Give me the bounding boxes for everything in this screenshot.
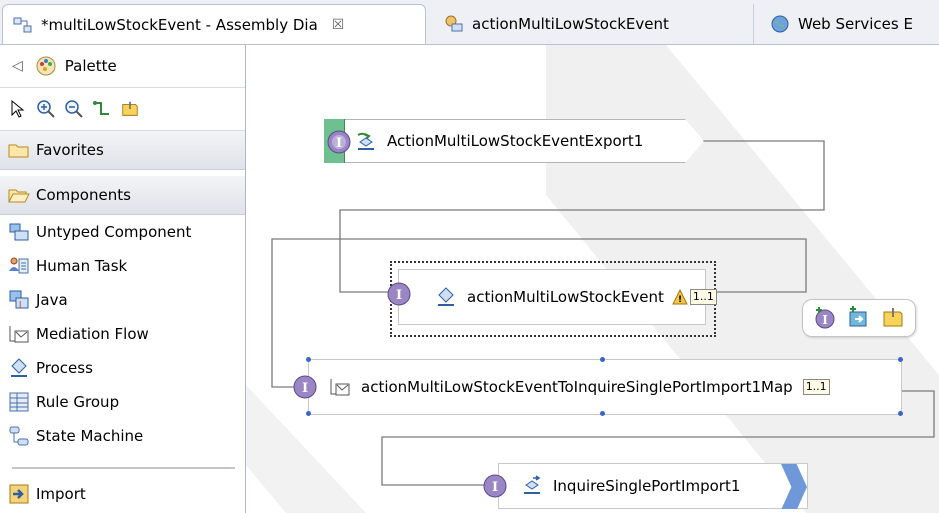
folder-open-icon — [8, 189, 30, 203]
resize-handle[interactable] — [306, 357, 311, 362]
node-label: actionMultiLowStockEventToInquireSingleP… — [361, 378, 793, 396]
editor-tab-bar: *multiLowStockEvent - Assembly Dia ☒ act… — [0, 0, 939, 45]
palette-separator — [12, 467, 235, 469]
palette-item-label: Import — [36, 485, 86, 503]
svg-text:J: J — [18, 300, 21, 309]
palette-item-human-task[interactable]: Human Task — [0, 249, 245, 283]
import-node[interactable]: InquireSinglePortImport1 — [498, 463, 808, 509]
export-icon — [357, 132, 374, 150]
untyped-component-icon — [9, 223, 29, 241]
drawer-label: Favorites — [36, 141, 104, 159]
palette-panel: ◁ Palette Favorites Components Untyped C… — [0, 45, 246, 513]
tab-label: actionMultiLowStockEvent — [472, 15, 669, 33]
palette-toolbar — [0, 87, 245, 131]
export-node[interactable]: ActionMultiLowStockEventExport1 — [324, 119, 704, 163]
svg-text:I: I — [822, 313, 828, 327]
drawer-label: Components — [36, 186, 131, 204]
interface-glyph: I — [302, 381, 308, 396]
palette-item-label: Rule Group — [36, 393, 120, 411]
tab-label: Web Services E — [798, 15, 913, 33]
process-icon — [11, 358, 27, 377]
node-label: ActionMultiLowStockEventExport1 — [387, 132, 644, 150]
palette-item-java[interactable]: J Java — [0, 283, 245, 317]
drawer-components[interactable]: Components — [0, 176, 245, 215]
mediation-flow-icon — [9, 326, 29, 343]
palette-item-label: Human Task — [36, 257, 128, 275]
palette-title: Palette — [64, 57, 117, 75]
resize-handle[interactable] — [898, 411, 903, 416]
palette-item-label: Java — [36, 291, 68, 309]
resize-handle[interactable] — [898, 357, 903, 362]
interface-glyph: I — [336, 136, 342, 151]
select-arrow-icon[interactable] — [8, 99, 28, 119]
process-editor-icon — [445, 15, 463, 32]
palette-item-process[interactable]: Process — [0, 351, 245, 385]
palette-item-import[interactable]: Import — [0, 477, 245, 511]
drawer-favorites[interactable]: Favorites — [0, 131, 245, 170]
multiplicity-label: 1..1 — [689, 289, 717, 305]
state-machine-icon — [9, 426, 29, 446]
add-reference-icon[interactable] — [847, 306, 871, 330]
palette-item-rule-group[interactable]: Rule Group — [0, 385, 245, 419]
node-label: actionMultiLowStockEvent — [467, 288, 664, 306]
tab-process-editor[interactable]: actionMultiLowStockEvent — [434, 4, 754, 44]
map-node[interactable]: actionMultiLowStockEventToInquireSingleP… — [308, 359, 902, 415]
palette-item-label: State Machine — [36, 427, 144, 445]
interface-glyph: I — [396, 288, 402, 303]
collapse-palette-icon[interactable]: ◁ — [12, 58, 23, 74]
resize-handle[interactable] — [600, 357, 605, 362]
palette-item-mediation-flow[interactable]: Mediation Flow — [0, 317, 245, 351]
rule-group-icon — [9, 392, 29, 412]
tab-assembly-diagram[interactable]: *multiLowStockEvent - Assembly Dia ☒ — [2, 4, 426, 44]
wire-tool-icon[interactable] — [92, 99, 112, 119]
zoom-out-icon[interactable] — [64, 99, 84, 119]
human-task-icon — [9, 257, 29, 274]
tab-label: *multiLowStockEvent - Assembly Dia — [41, 15, 318, 34]
svg-text:!: ! — [678, 295, 682, 305]
map-interface-badge-icon[interactable]: I — [292, 374, 318, 400]
palette-header: ◁ Palette — [0, 45, 245, 87]
note-tool-icon[interactable] — [120, 99, 140, 119]
warning-badge-icon: ! — [672, 289, 688, 305]
folder-icon — [8, 144, 29, 158]
java-icon: J — [9, 290, 29, 309]
add-note-icon[interactable] — [881, 306, 905, 330]
export-interface-badge-icon[interactable]: I — [326, 129, 352, 155]
palette-item-label: Process — [36, 359, 93, 377]
import-accent-chevron — [781, 464, 807, 509]
palette-item-label: Mediation Flow — [36, 325, 149, 343]
palette-icon — [36, 56, 56, 76]
close-tab-icon[interactable]: ☒ — [332, 17, 345, 33]
quick-actions-popup: I — [802, 299, 916, 337]
mediation-flow-icon — [330, 379, 350, 396]
node-label: InquireSinglePortImport1 — [553, 477, 741, 495]
resize-handle[interactable] — [600, 411, 605, 416]
add-interface-icon[interactable]: I — [813, 306, 837, 330]
import-icon — [9, 484, 29, 504]
process-interface-badge-icon[interactable]: I — [386, 281, 412, 307]
process-node[interactable]: actionMultiLowStockEvent ! 1..1 — [398, 269, 717, 325]
palette-item-state-machine[interactable]: State Machine — [0, 419, 245, 453]
multiplicity-label: 1..1 — [802, 379, 830, 395]
interface-glyph: I — [492, 480, 498, 495]
resize-handle[interactable] — [306, 411, 311, 416]
import-icon — [524, 475, 541, 494]
zoom-in-icon[interactable] — [36, 99, 56, 119]
tab-web-services[interactable]: Web Services E — [760, 4, 939, 44]
globe-icon — [771, 15, 789, 33]
assembly-diagram-canvas[interactable]: ActionMultiLowStockEventExport1 I action… — [246, 45, 939, 513]
import-interface-badge-icon[interactable]: I — [482, 473, 508, 499]
palette-item-label: Untyped Component — [36, 223, 192, 241]
process-icon — [438, 287, 454, 306]
assembly-diagram-icon — [13, 17, 32, 32]
palette-item-untyped-component[interactable]: Untyped Component — [0, 215, 245, 249]
